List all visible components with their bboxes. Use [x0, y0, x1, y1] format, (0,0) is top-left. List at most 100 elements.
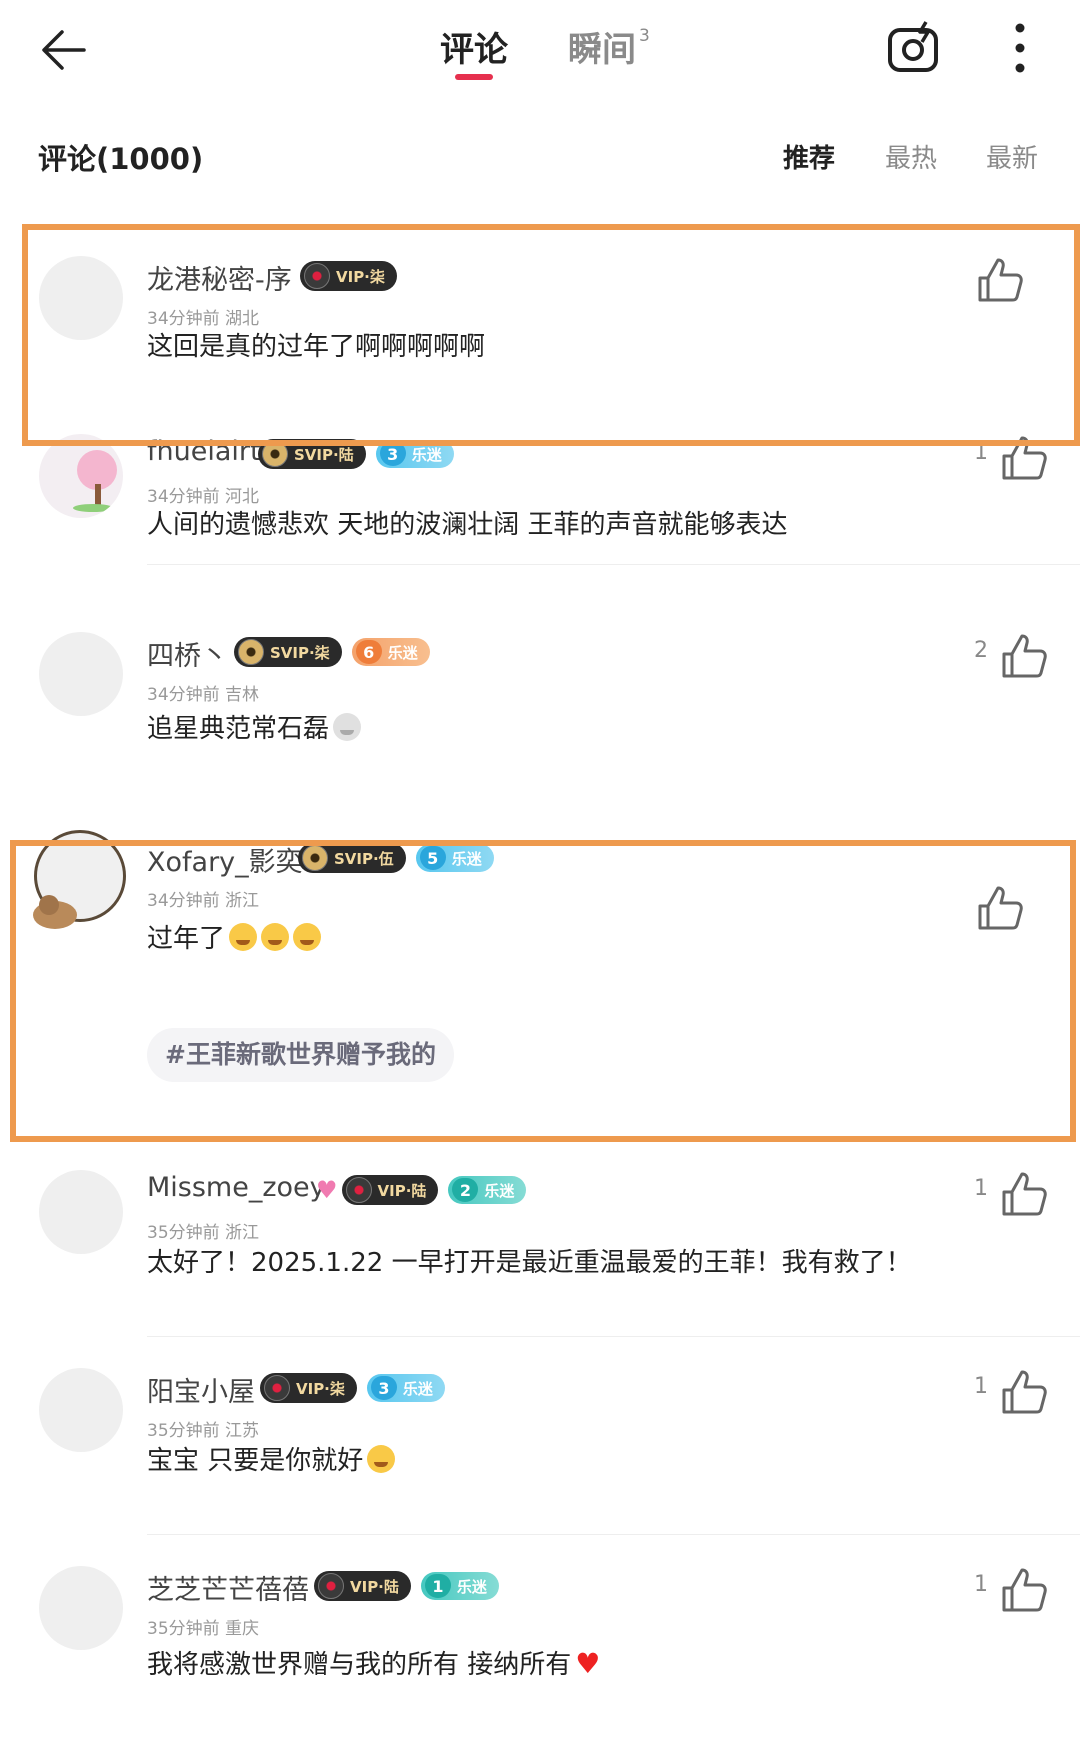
topic-tag[interactable]: #王菲新歌世界赠予我的 — [147, 1028, 454, 1082]
comment-count-label: 评论(1000) — [38, 142, 204, 176]
vinyl-disc-icon — [318, 1573, 344, 1599]
comment-meta: 35分钟前 重庆 — [147, 1619, 260, 1639]
avatar[interactable] — [39, 1566, 123, 1650]
like-count: 2 — [974, 638, 988, 663]
fan-level-badge[interactable]: 1 乐迷 — [420, 1572, 499, 1600]
vinyl-disc-icon — [264, 1375, 290, 1401]
badge-group: ♥ VIP·陆 2 乐迷 — [316, 1175, 527, 1205]
avatar[interactable] — [33, 830, 126, 929]
thumbs-up-icon[interactable] — [996, 628, 1052, 684]
sort-hottest[interactable]: 最热 — [885, 138, 937, 175]
like-count: 1 — [974, 1572, 988, 1597]
tab-moments-count: 3 — [639, 25, 650, 46]
thumbs-up-icon[interactable] — [996, 1562, 1052, 1618]
badge-group: VIP·柒 — [300, 261, 397, 291]
avatar[interactable] — [39, 1368, 123, 1452]
fan-level-badge[interactable]: 2 乐迷 — [448, 1176, 527, 1204]
fan-heart-icon: 5 — [419, 846, 446, 870]
like-count: 1 — [974, 1374, 988, 1399]
more-vertical-icon[interactable] — [1002, 20, 1038, 76]
svip-badge[interactable]: SVIP·陆 — [258, 439, 366, 469]
username[interactable]: Missme_zoey — [147, 1172, 326, 1203]
fan-level-badge[interactable]: 6 乐迷 — [351, 638, 430, 666]
comment-item: 龙港秘密-序 VIP·柒 34分钟前 湖北 这回是真的过年了啊啊啊啊啊 — [0, 228, 1080, 404]
fan-heart-icon: 3 — [379, 442, 406, 466]
badge-group: SVIP·陆 3 乐迷 — [258, 439, 454, 469]
comments-section-header: 评论(1000) 推荐 最热 最新 — [0, 120, 1080, 190]
comment-text: 追星典范常石磊 — [147, 708, 362, 745]
sort-recommended[interactable]: 推荐 — [783, 138, 835, 175]
comment-item: 芝芝芒芒蓓蓓 VIP·陆 1 乐迷 35分钟前 重庆 我将感激世界赠与我的所有 接… — [0, 1538, 1080, 1738]
badge-group: SVIP·柒 6 乐迷 — [234, 637, 430, 667]
comment-text: 这回是真的过年了啊啊啊啊啊 — [147, 332, 486, 362]
vip-badge[interactable]: VIP·陆 — [341, 1175, 439, 1205]
fan-level-badge[interactable]: 3 乐迷 — [375, 440, 454, 468]
vip-badge[interactable]: VIP·柒 — [260, 1373, 357, 1403]
comment-item: 四桥丶 SVIP·柒 6 乐迷 34分钟前 吉林 追星典范常石磊 2 — [0, 604, 1080, 774]
username[interactable]: 龙港秘密-序 — [147, 258, 292, 297]
comment-text: 宝宝 只要是你就好 — [147, 1440, 396, 1477]
fan-heart-icon: 1 — [424, 1574, 451, 1598]
tab-moments-label: 瞬间 — [568, 30, 636, 70]
crying-emoji-icon — [293, 923, 322, 951]
divider — [147, 1336, 1080, 1337]
comment-text: 过年了 — [147, 918, 322, 955]
svip-badge[interactable]: SVIP·柒 — [234, 637, 342, 667]
comment-meta: 35分钟前 浙江 — [147, 1223, 260, 1243]
comment-meta: 35分钟前 江苏 — [147, 1421, 260, 1441]
comment-meta: 34分钟前 浙江 — [147, 891, 260, 911]
comment-item: Missme_zoey ♥ VIP·陆 2 乐迷 35分钟前 浙江 太好了！202… — [0, 1142, 1080, 1338]
vinyl-disc-icon — [302, 845, 328, 871]
username[interactable]: 阳宝小屋 — [147, 1370, 255, 1409]
divider — [147, 1534, 1080, 1535]
comment-item: fhuelalrt SVIP·陆 3 乐迷 34分钟前 河北 人间的遗憾悲欢 天地… — [0, 406, 1080, 566]
tab-comments[interactable]: 评论 — [440, 22, 508, 71]
top-bar: 评论 瞬间 3 — [0, 0, 1080, 96]
svip-badge[interactable]: SVIP·伍 — [298, 843, 406, 873]
comment-item: Xofary_影奕 SVIP·伍 5 乐迷 34分钟前 浙江 过年了 #王菲新歌世… — [0, 810, 1080, 1110]
divider — [147, 564, 1080, 565]
avatar[interactable] — [39, 1170, 123, 1254]
avatar[interactable] — [39, 434, 123, 518]
avatar[interactable] — [39, 632, 123, 716]
heart-decoration-icon: ♥ — [316, 1176, 338, 1204]
badge-group: VIP·陆 1 乐迷 — [314, 1571, 499, 1601]
comment-item: 阳宝小屋 VIP·柒 3 乐迷 35分钟前 江苏 宝宝 只要是你就好 1 — [0, 1340, 1080, 1536]
crying-emoji-icon — [229, 923, 258, 951]
username[interactable]: fhuelalrt — [147, 436, 261, 467]
username[interactable]: Xofary_影奕 — [147, 840, 303, 879]
thumbs-up-icon[interactable] — [972, 880, 1028, 936]
thumbs-up-icon[interactable] — [996, 430, 1052, 486]
touched-emoji-icon — [367, 1445, 396, 1473]
username[interactable]: 芝芝芒芒蓓蓓 — [147, 1568, 309, 1607]
fan-heart-icon: 6 — [355, 640, 382, 664]
thumbs-up-icon[interactable] — [996, 1166, 1052, 1222]
sort-newest[interactable]: 最新 — [986, 138, 1038, 175]
tab-moments[interactable]: 瞬间 3 — [568, 22, 650, 71]
badge-group: VIP·柒 3 乐迷 — [260, 1373, 445, 1403]
vinyl-disc-icon — [345, 1177, 372, 1203]
vip-badge[interactable]: VIP·柒 — [300, 261, 397, 291]
fan-level-badge[interactable]: 3 乐迷 — [366, 1374, 445, 1402]
fan-level-badge[interactable]: 5 乐迷 — [415, 844, 494, 872]
vinyl-disc-icon — [238, 639, 264, 665]
thumbs-up-icon[interactable] — [996, 1364, 1052, 1420]
crying-emoji-icon — [261, 923, 290, 951]
avatar[interactable] — [39, 256, 123, 340]
active-tab-indicator — [455, 74, 493, 80]
comment-meta: 34分钟前 吉林 — [147, 685, 260, 705]
camera-icon[interactable] — [884, 18, 944, 78]
smile-emoji-icon — [333, 713, 362, 741]
like-count: 1 — [974, 1176, 988, 1201]
vinyl-disc-icon — [304, 263, 330, 289]
back-arrow-icon[interactable] — [38, 22, 94, 78]
fan-heart-icon: 2 — [452, 1178, 479, 1202]
comment-text: 人间的遗憾悲欢 天地的波澜壮阔 王菲的声音就能够表达 — [147, 510, 788, 540]
like-count: 1 — [974, 440, 988, 465]
username[interactable]: 四桥丶 — [147, 634, 228, 673]
fan-heart-icon: 3 — [370, 1376, 397, 1400]
comment-text: 我将感激世界赠与我的所有 接纳所有 ♥ — [147, 1647, 601, 1680]
vip-badge[interactable]: VIP·陆 — [314, 1571, 411, 1601]
vinyl-disc-icon — [262, 441, 288, 467]
thumbs-up-icon[interactable] — [972, 252, 1028, 308]
